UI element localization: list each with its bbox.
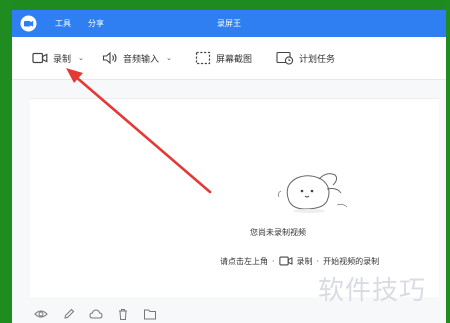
title-bar: 工具 分享 录屏王: [12, 10, 446, 37]
speaker-icon: [102, 52, 117, 64]
empty-state-title: 您尚未录制视频: [250, 228, 306, 237]
screenshot-label: 屏幕截图: [216, 54, 253, 65]
audio-input-label: 音频输入: [123, 54, 160, 65]
hint-dot: ·: [272, 256, 275, 266]
hint-prefix: 请点击左上角: [220, 256, 268, 266]
empty-state-mascot-icon: [277, 173, 348, 213]
edit-pencil-icon[interactable]: [62, 307, 76, 321]
schedule-clock-icon: [276, 51, 294, 65]
preview-eye-icon[interactable]: [34, 307, 48, 321]
recordings-panel: 您尚未录制视频 请点击左上角 · 录制 · 开始视频的录制: [30, 98, 439, 297]
scheduled-task-label: 计划任务: [299, 54, 336, 65]
open-folder-icon[interactable]: [143, 307, 157, 321]
desktop-background-left: [0, 0, 12, 323]
screenshot-button[interactable]: 屏幕截图: [195, 49, 252, 67]
delete-trash-icon[interactable]: [116, 307, 130, 321]
record-dropdown-icon[interactable]: ⌄: [78, 54, 84, 62]
hint-button-name: 录制: [296, 256, 313, 266]
video-camera-icon: [32, 52, 48, 64]
scheduled-task-button[interactable]: 计划任务: [276, 49, 335, 67]
toolbar: 录制 ⌄ 音频输入 ⌄ 屏幕截图 计划任务: [12, 37, 446, 80]
desktop-background-right: [446, 0, 450, 323]
app-window: 工具 分享 录屏王 录制 ⌄ 音频输入 ⌄ 屏幕截图 计划任务 您尚未录制视频 …: [12, 10, 446, 323]
hint-suffix: 开始视频的录制: [323, 256, 380, 266]
hint-dot-2: ·: [316, 256, 320, 266]
audio-input-button[interactable]: 音频输入 ⌄: [102, 49, 172, 67]
screenshot-crop-icon: [195, 51, 211, 65]
bottom-action-bar: [12, 306, 446, 323]
cloud-upload-icon[interactable]: [89, 307, 103, 321]
hint-video-camera-icon: [278, 256, 293, 266]
window-title: 录屏王: [217, 19, 241, 28]
record-button[interactable]: 录制 ⌄: [32, 49, 84, 67]
audio-dropdown-icon[interactable]: ⌄: [166, 54, 172, 62]
record-label: 录制: [53, 54, 72, 65]
empty-state-hint: 请点击左上角 · 录制 · 开始视频的录制: [220, 255, 379, 267]
